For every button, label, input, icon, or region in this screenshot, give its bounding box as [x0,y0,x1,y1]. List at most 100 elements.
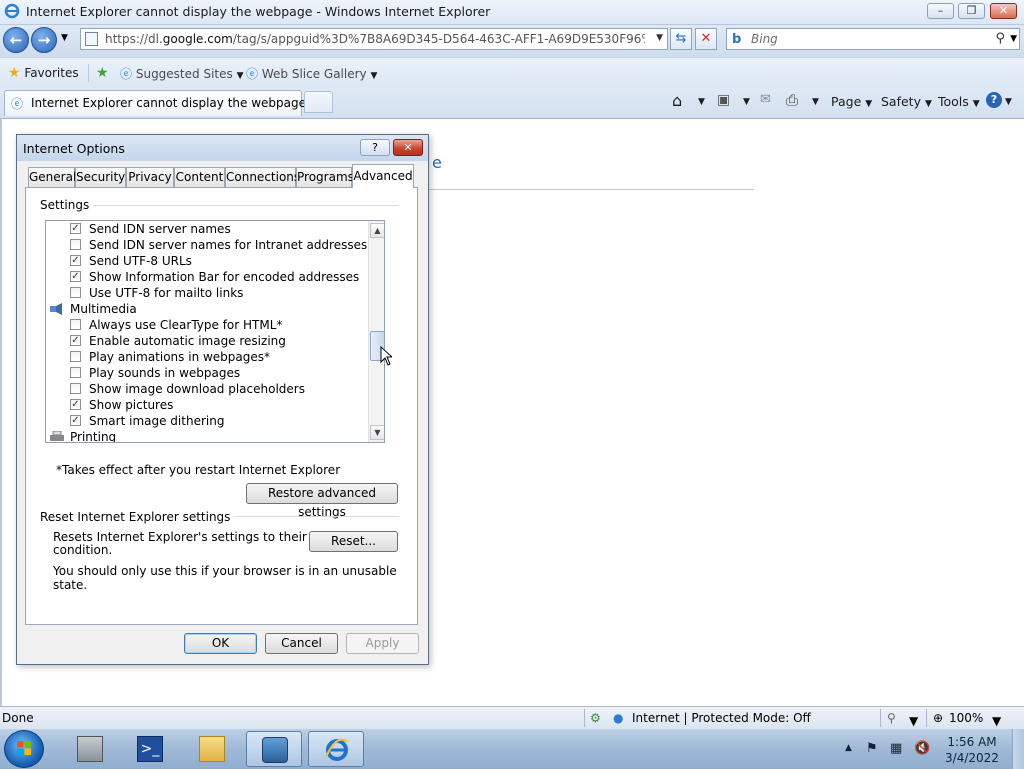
horizontal-scrollbar[interactable]: ◀ ▶ [46,442,368,443]
action-center-flag-icon[interactable]: ⚑ [866,741,878,756]
protected-mode-icon[interactable]: ⚲ [887,711,896,725]
checkbox-unchecked[interactable] [70,239,81,250]
setting-label: Play animations in webpages* [89,350,271,364]
new-tab-button[interactable] [304,91,333,113]
checkbox-checked[interactable]: ✓ [70,399,81,410]
stop-icon: ✕ [700,31,712,46]
taskbar-server-manager[interactable] [62,731,118,767]
checkbox-unchecked[interactable] [70,287,81,298]
reset-group-label: Reset Internet Explorer settings [40,510,235,524]
address-dropdown-icon[interactable]: ▼ [656,33,663,43]
vertical-scrollbar[interactable]: ▲ ▼ [368,221,384,442]
show-desktop-button[interactable] [1012,729,1024,769]
ie-logo-icon [4,3,20,19]
read-mail-icon[interactable]: ✉ [760,92,771,107]
safety-menu[interactable]: Safety ▼ [881,94,932,109]
feeds-icon[interactable]: ▣ [717,92,730,108]
show-hidden-icons-chevron-icon[interactable]: ▲ [845,743,852,753]
address-url[interactable]: https://dl.google.com/tag/s/appguid%3D%7… [105,32,645,46]
zoom-dropdown-icon[interactable]: ▼ [992,714,1001,728]
zone-status[interactable]: Internet | Protected Mode: Off [632,711,811,725]
search-options-dropdown-icon[interactable]: ▼ [1010,34,1017,44]
taskbar-network-app[interactable] [246,731,302,767]
back-button[interactable]: ← [3,27,29,53]
start-button[interactable] [4,730,44,768]
address-row: ← → ▼ https://dl.google.com/tag/s/appgui… [0,25,1024,57]
checkbox-checked[interactable]: ✓ [70,255,81,266]
minimize-button[interactable]: – [927,3,954,19]
folder-icon [199,736,225,762]
chevron-down-icon: ▼ [370,71,378,81]
cancel-button[interactable]: Cancel [265,633,338,654]
checkbox-checked[interactable]: ✓ [70,271,81,282]
maximize-button[interactable]: ❐ [958,3,985,19]
window-title-bar[interactable]: Internet Explorer cannot display the web… [0,0,1024,25]
checkbox-unchecked[interactable] [70,351,81,362]
chevron-down-icon: ▼ [236,71,244,81]
security-status-icon[interactable]: ⚙ [590,711,601,725]
dialog-close-button[interactable]: ✕ [393,139,423,156]
multimedia-icon [50,303,62,315]
close-window-button[interactable]: ✕ [990,3,1017,19]
ok-button[interactable]: OK [184,633,257,654]
dialog-help-button[interactable]: ? [360,139,390,156]
address-bar[interactable]: https://dl.google.com/tag/s/appguid%3D%7… [80,28,668,50]
network-tray-icon[interactable]: ▦ [890,741,902,756]
ie-page-icon: ⓔ [11,97,24,111]
home-icon[interactable]: ⌂ [672,91,682,110]
help-icon[interactable]: ? [986,92,1002,108]
recent-pages-dropdown-icon[interactable]: ▼ [61,33,68,43]
divider [584,709,585,727]
feeds-dropdown-icon[interactable]: ▼ [743,97,750,107]
checkbox-unchecked[interactable] [70,383,81,394]
scroll-up-arrow-icon[interactable]: ▲ [370,223,384,238]
tools-menu[interactable]: Tools ▼ [938,94,980,109]
back-arrow-icon: ← [9,31,23,49]
tab-connections[interactable]: Connections [225,167,300,187]
reset-button[interactable]: Reset... [309,531,398,552]
advanced-settings-list[interactable]: ✓ Send IDN server names Send IDN server … [45,220,385,443]
checkbox-unchecked[interactable] [70,319,81,330]
search-icon[interactable]: ⚲ [995,31,1005,46]
checkbox-checked[interactable]: ✓ [70,223,81,234]
tab-privacy[interactable]: Privacy [126,167,174,187]
checkbox-checked[interactable]: ✓ [70,415,81,426]
checkbox-unchecked[interactable] [70,367,81,378]
print-dropdown-icon[interactable]: ▼ [812,97,819,107]
print-icon[interactable]: ⎙ [786,91,798,109]
tab-content[interactable]: Content [174,167,225,187]
search-placeholder[interactable]: Bing [751,32,778,46]
help-dropdown-icon[interactable]: ▼ [1005,97,1012,107]
taskbar-powershell[interactable]: >_ [122,731,178,767]
refresh-button[interactable]: ⇆ [670,28,692,50]
page-heading-partial: e [432,153,442,172]
scroll-down-arrow-icon[interactable]: ▼ [370,425,384,440]
zoom-level[interactable]: 100% [949,711,983,725]
chevron-down-icon[interactable]: ▼ [909,714,918,728]
taskbar-internet-explorer[interactable] [308,731,364,767]
browser-tab-active[interactable]: ⓔ Internet Explorer cannot display the w… [4,90,306,116]
suggested-sites-link[interactable]: ⓔ Suggested Sites ▼ [120,65,244,82]
taskbar-explorer[interactable] [184,731,240,767]
web-slice-gallery-link[interactable]: ⓔ Web Slice Gallery ▼ [246,65,377,82]
volume-muted-icon[interactable]: 🔇 [914,741,930,756]
favorites-button[interactable]: ★ Favorites [8,65,79,81]
apply-button[interactable]: Apply [346,633,419,654]
system-clock[interactable]: 1:56 AM 3/4/2022 [937,734,1007,766]
tab-programs[interactable]: Programs [296,167,354,187]
checkbox-checked[interactable]: ✓ [70,335,81,346]
home-dropdown-icon[interactable]: ▼ [698,97,705,107]
dialog-title-bar[interactable]: Internet Options ? ✕ [17,135,428,161]
restore-advanced-settings-button[interactable]: Restore advanced settings [246,483,398,519]
forward-button[interactable]: → [31,27,57,53]
tab-security[interactable]: Security [75,167,126,187]
add-to-favorites-bar-button[interactable]: ★ [96,65,109,81]
page-menu[interactable]: Page ▼ [831,94,872,109]
search-box[interactable]: b Bing ⚲ ▼ [726,28,1020,50]
stop-button[interactable]: ✕ [695,28,717,50]
web-slice-gallery-label: Web Slice Gallery [261,67,367,81]
category-label: Printing [70,430,117,443]
tab-advanced[interactable]: Advanced [352,164,414,188]
tab-general[interactable]: General [28,167,76,187]
network-app-icon [262,737,288,763]
